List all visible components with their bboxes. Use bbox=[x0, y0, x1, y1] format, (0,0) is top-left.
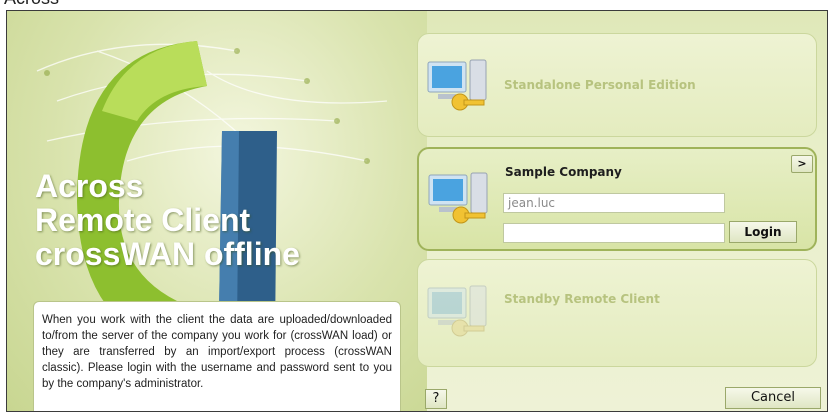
window-title-strip: Across bbox=[0, 0, 829, 10]
company-login-panel: > Sample Company jean.luc Login bbox=[417, 147, 817, 251]
brand-line-1: Across bbox=[35, 168, 144, 204]
password-field[interactable] bbox=[503, 223, 725, 243]
standalone-option[interactable]: Standalone Personal Edition bbox=[417, 33, 817, 137]
cancel-button[interactable]: Cancel bbox=[725, 387, 821, 409]
more-options-button[interactable]: > bbox=[791, 155, 813, 173]
computer-key-icon bbox=[428, 172, 488, 224]
login-dialog: Across Remote Client crossWAN offline Wh… bbox=[6, 10, 828, 412]
product-brand: Across Remote Client crossWAN offline bbox=[35, 169, 300, 271]
window-title: Across bbox=[4, 0, 59, 9]
computer-key-icon bbox=[427, 285, 487, 337]
standby-option[interactable]: Standby Remote Client bbox=[417, 259, 817, 367]
brand-line-3: crossWAN offline bbox=[35, 236, 300, 272]
company-name-label: Sample Company bbox=[505, 165, 622, 179]
standby-label: Standby Remote Client bbox=[504, 292, 660, 306]
brand-line-2: Remote Client bbox=[35, 202, 251, 238]
username-field[interactable]: jean.luc bbox=[503, 193, 725, 213]
help-button[interactable]: ? bbox=[425, 389, 447, 409]
info-text: When you work with the client the data a… bbox=[42, 314, 392, 390]
computer-key-icon bbox=[427, 59, 487, 111]
info-text-box: When you work with the client the data a… bbox=[33, 301, 401, 411]
standalone-label: Standalone Personal Edition bbox=[504, 78, 696, 92]
login-button[interactable]: Login bbox=[729, 221, 797, 243]
